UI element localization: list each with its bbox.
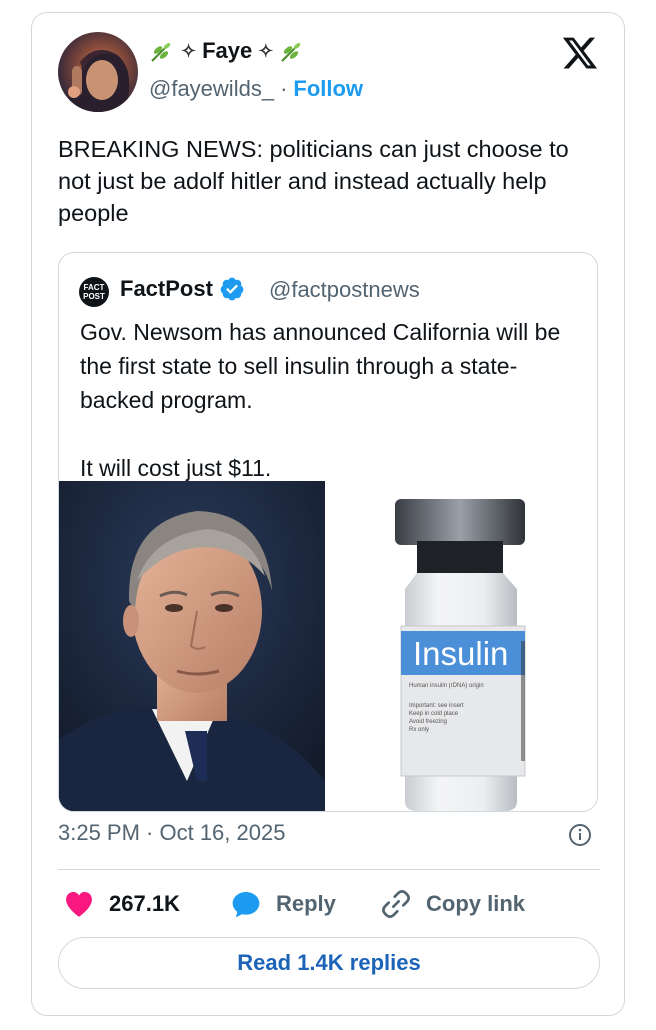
logo-text-top: FACT	[83, 283, 105, 292]
sparkle-icon: ✧	[258, 40, 274, 61]
vial-note: Rx only	[409, 727, 429, 733]
vial-note: Keep in cold place	[409, 711, 459, 717]
sparkle-icon: ✧	[181, 40, 197, 61]
verified-badge-icon	[220, 277, 244, 301]
logo-text-bottom: POST	[83, 292, 105, 301]
action-bar: 267.1K Reply Copy link	[58, 884, 600, 924]
leaf-icon	[281, 43, 301, 62]
author-name-row[interactable]: ✧ Faye ✧	[149, 38, 305, 64]
factpost-logo: FACT POST	[79, 277, 109, 307]
quoted-author-handle: @factpostnews	[269, 277, 420, 302]
copy-link-button[interactable]: Copy link	[380, 884, 525, 924]
reply-button[interactable]: Reply	[230, 884, 336, 924]
avatar-illustration	[68, 49, 130, 112]
read-replies-button[interactable]: Read 1.4K replies	[58, 937, 600, 989]
info-icon[interactable]	[568, 823, 592, 847]
quoted-tweet[interactable]: FACT POST FactPost @factpostnews Gov. Ne…	[58, 252, 598, 812]
follow-button[interactable]: Follow	[293, 76, 363, 102]
author-avatar[interactable]	[58, 32, 138, 112]
tweet-timestamp[interactable]: 3:25 PM · Oct 16, 2025	[58, 820, 285, 846]
speech-bubble-icon	[232, 892, 260, 918]
vial-subtext: Human insulin (rDNA) origin	[409, 683, 484, 689]
author-display-name: Faye	[202, 38, 253, 63]
vial-note: Avoid freezing	[409, 719, 447, 725]
author-handle[interactable]: @fayewilds_	[149, 76, 274, 102]
vial-label-text: Insulin	[413, 635, 508, 672]
reply-label: Reply	[276, 891, 336, 916]
portrait-illustration	[59, 481, 325, 811]
like-count: 267.1K	[109, 891, 180, 916]
heart-icon	[66, 892, 92, 917]
link-icon	[382, 890, 410, 918]
quoted-author-name: FactPost	[120, 276, 213, 301]
tweet-text: BREAKING NEWS: politicians can just choo…	[58, 136, 569, 226]
separator-dot: ·	[280, 76, 288, 101]
vial-illustration: Insulin Human insulin (rDNA) origin Impo…	[395, 499, 526, 811]
leaf-icon	[151, 43, 171, 62]
quoted-media[interactable]: Insulin Human insulin (rDNA) origin Impo…	[59, 481, 597, 811]
newsom-photo	[59, 481, 325, 811]
quoted-author-name-row: FactPost	[120, 276, 245, 302]
vial-note: Important: see insert	[409, 703, 464, 709]
x-logo-icon[interactable]	[561, 34, 599, 72]
like-button[interactable]: 267.1K	[63, 884, 180, 924]
insulin-vial-image: Insulin Human insulin (rDNA) origin Impo…	[325, 481, 597, 811]
author-handle-row: @fayewilds_ · Follow	[149, 76, 363, 102]
divider	[58, 869, 600, 870]
copy-link-label: Copy link	[426, 891, 526, 916]
quoted-tweet-text: Gov. Newsom has announced California wil…	[80, 319, 561, 481]
